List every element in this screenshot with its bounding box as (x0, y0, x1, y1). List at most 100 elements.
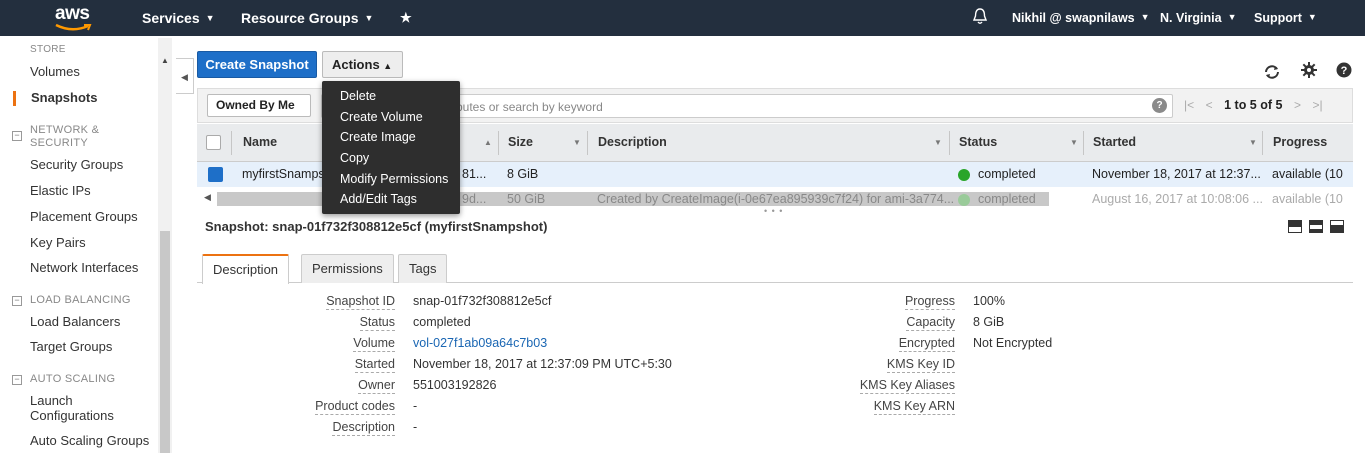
menu-item-create-volume[interactable]: Create Volume (340, 110, 423, 124)
row-description: Created by CreateImage(i-0e67ea895939c7f… (597, 192, 955, 206)
sidebar-item-load-balancers[interactable]: Load Balancers (30, 314, 120, 329)
services-label: Services (142, 10, 200, 26)
column-divider (949, 131, 950, 155)
layout-split-icon[interactable] (1309, 220, 1323, 233)
sidebar-item-key-pairs[interactable]: Key Pairs (30, 235, 86, 250)
sort-desc-icon[interactable]: ▼ (1070, 138, 1078, 147)
owned-by-dropdown[interactable]: Owned By Me ▼ (207, 94, 311, 132)
detail-label-volume: Volume (353, 336, 395, 352)
detail-label-status: Status (359, 315, 395, 331)
detail-label-capacity: Capacity (906, 315, 955, 331)
tab-description[interactable]: Description (202, 254, 290, 284)
column-header-started[interactable]: Started (1093, 135, 1136, 149)
row-snapshot-id: 81... (462, 167, 487, 181)
first-page-icon[interactable]: |< (1184, 98, 1194, 112)
user-menu[interactable]: Nikhil @ swapnilaws ▼ (1012, 11, 1150, 25)
column-header-description[interactable]: Description (598, 135, 667, 149)
row-checkbox-checked[interactable] (208, 167, 223, 182)
detail-title: Snapshot: snap-01f732f308812e5cf (myfirs… (205, 219, 548, 234)
collapse-section-icon[interactable]: − (12, 375, 22, 385)
status-completed-icon (958, 169, 970, 181)
collapse-sidebar-button[interactable]: ◀ (176, 58, 194, 94)
sidebar-item-volumes[interactable]: Volumes (30, 64, 80, 79)
support-menu[interactable]: Support ▼ (1254, 11, 1317, 25)
detail-value-description: - (413, 420, 418, 434)
refresh-icon[interactable] (1263, 64, 1281, 85)
bell-icon[interactable] (972, 8, 988, 29)
collapse-section-icon[interactable]: − (12, 296, 22, 306)
gear-icon[interactable] (1301, 62, 1317, 83)
scroll-left-icon[interactable]: ◀ (204, 192, 211, 203)
sidebar-scrollbar[interactable]: ▲ (158, 38, 172, 453)
sidebar-item-security-groups[interactable]: Security Groups (30, 157, 123, 172)
prev-page-icon[interactable]: < (1206, 98, 1213, 112)
sidebar-item-launch-configurations[interactable]: Launch (30, 393, 73, 408)
menu-item-create-image[interactable]: Create Image (340, 130, 416, 144)
select-all-checkbox[interactable] (206, 135, 221, 150)
sort-desc-icon[interactable]: ▼ (934, 138, 942, 147)
scrollbar-thumb[interactable] (160, 231, 170, 453)
region-label: N. Virginia (1160, 11, 1222, 25)
column-header-size[interactable]: Size (508, 135, 533, 149)
search-help-icon[interactable]: ? (1152, 98, 1167, 113)
row-progress: available (10 (1272, 167, 1343, 181)
sidebar-item-launch-configurations-2[interactable]: Configurations (30, 408, 114, 423)
resource-groups-label: Resource Groups (241, 10, 359, 26)
scroll-up-icon[interactable]: ▲ (161, 56, 169, 65)
menu-item-modify-permissions[interactable]: Modify Permissions (340, 172, 448, 186)
resource-groups-menu[interactable]: Resource Groups ▼ (241, 10, 373, 26)
volume-link[interactable]: vol-027f1ab09a64c7b03 (413, 336, 547, 350)
sidebar-header-auto-scaling: AUTO SCALING (30, 373, 116, 385)
aws-logo[interactable]: aws (50, 2, 98, 34)
menu-item-delete[interactable]: Delete (340, 89, 376, 103)
detail-label-product-codes: Product codes (315, 399, 395, 415)
sidebar-item-snapshots[interactable]: Snapshots (31, 90, 97, 105)
row-name: myfirstSnamps (242, 167, 325, 181)
pager-text: 1 to 5 of 5 (1224, 98, 1283, 112)
resize-handle-icon[interactable]: • • • (764, 206, 783, 216)
column-divider (587, 131, 588, 155)
chevron-up-icon: ▲ (383, 61, 393, 71)
menu-item-copy[interactable]: Copy (340, 151, 369, 165)
sort-desc-icon[interactable]: ▼ (1249, 138, 1257, 147)
detail-value-encrypted: Not Encrypted (973, 336, 1053, 350)
chevron-down-icon: ▼ (1307, 12, 1317, 22)
last-page-icon[interactable]: >| (1312, 98, 1322, 112)
region-menu[interactable]: N. Virginia ▼ (1160, 11, 1237, 25)
sidebar-item-network-interfaces[interactable]: Network Interfaces (30, 260, 138, 275)
sidebar-item-elastic-ips[interactable]: Elastic IPs (30, 183, 91, 198)
column-header-status[interactable]: Status (959, 135, 997, 149)
row-started: November 18, 2017 at 12:37... (1092, 167, 1261, 181)
detail-label-kms-key-id: KMS Key ID (886, 357, 955, 373)
detail-value-owner: 551003192826 (413, 378, 497, 392)
sidebar-header-network-2: SECURITY (30, 137, 89, 149)
column-divider (1083, 131, 1084, 155)
help-icon[interactable]: ? (1336, 62, 1352, 83)
sidebar-item-target-groups[interactable]: Target Groups (30, 339, 112, 354)
actions-button[interactable]: Actions ▲ (322, 51, 403, 78)
layout-bottom-icon[interactable] (1288, 220, 1302, 233)
next-page-icon[interactable]: > (1294, 98, 1301, 112)
services-menu[interactable]: Services ▼ (142, 10, 215, 26)
menu-item-add-edit-tags[interactable]: Add/Edit Tags (340, 192, 417, 206)
detail-label-kms-key-aliases: KMS Key Aliases (859, 378, 955, 394)
column-header-progress[interactable]: Progress (1273, 135, 1327, 149)
chevron-down-icon: ▼ (364, 13, 374, 23)
create-snapshot-button[interactable]: Create Snapshot (197, 51, 317, 78)
detail-label-kms-key-arn: KMS Key ARN (873, 399, 955, 415)
layout-top-icon[interactable] (1330, 220, 1344, 233)
sort-asc-icon[interactable]: ▲ (484, 138, 492, 147)
tab-tags[interactable]: Tags (398, 254, 448, 283)
actions-dropdown-menu: Delete Create Volume Create Image Copy M… (322, 81, 460, 214)
pin-icon[interactable]: ★ (400, 10, 412, 26)
svg-text:?: ? (1341, 65, 1348, 77)
tab-permissions[interactable]: Permissions (301, 254, 394, 283)
sidebar-item-auto-scaling-groups[interactable]: Auto Scaling Groups (30, 433, 149, 448)
column-header-name[interactable]: Name (243, 135, 277, 149)
sidebar-item-placement-groups[interactable]: Placement Groups (30, 209, 138, 224)
aws-logo-text: aws (55, 3, 90, 24)
active-item-indicator (13, 91, 16, 106)
collapse-section-icon[interactable]: − (12, 131, 22, 141)
sort-desc-icon[interactable]: ▼ (573, 138, 581, 147)
column-divider (231, 131, 232, 155)
